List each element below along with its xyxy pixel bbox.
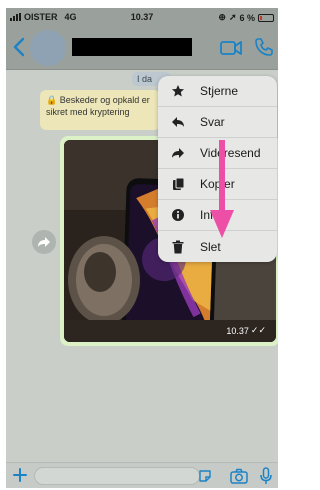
location-icon: ➚ <box>228 12 237 22</box>
forward-icon <box>170 145 186 161</box>
copy-icon <box>170 176 186 192</box>
status-right: ⊕ ➚ 6 % <box>218 12 274 23</box>
battery-percent: 6 % <box>239 12 255 23</box>
contact-avatar[interactable] <box>30 30 66 66</box>
camera-icon[interactable] <box>230 468 248 484</box>
menu-item-label: Svar <box>200 115 225 129</box>
chat-header <box>6 26 278 70</box>
encryption-text: Beskeder og opkald er sikret med krypter… <box>46 95 150 117</box>
sticker-icon[interactable] <box>198 469 212 483</box>
forward-arrow-icon <box>38 237 50 247</box>
encryption-notice[interactable]: 🔒 Beskeder og opkald er sikret med krypt… <box>40 90 160 130</box>
menu-item-label: Slet <box>200 239 221 254</box>
plus-icon[interactable] <box>12 467 28 483</box>
phone-call-icon[interactable] <box>254 37 274 57</box>
read-receipt-icon: ✓✓ <box>250 325 266 335</box>
contact-name-redacted[interactable] <box>72 38 192 56</box>
message-text-field[interactable] <box>34 467 200 485</box>
star-icon <box>170 83 186 99</box>
message-timestamp: 10.37 ✓✓ <box>226 325 266 336</box>
alarm-icon: ⊕ <box>218 12 226 22</box>
back-chevron-icon[interactable] <box>10 36 30 58</box>
info-icon <box>170 207 186 223</box>
annotation-arrow-icon <box>210 140 234 238</box>
trash-icon <box>170 239 186 255</box>
video-call-icon[interactable] <box>220 40 242 56</box>
battery-icon <box>258 13 274 22</box>
menu-item-stjerne[interactable]: Stjerne <box>158 76 277 107</box>
message-input-bar <box>6 462 278 488</box>
lock-icon: 🔒 <box>46 95 58 105</box>
menu-item-svar[interactable]: Svar <box>158 107 277 138</box>
status-bar: OISTER 4G 10.37 ⊕ ➚ 6 % <box>6 8 278 26</box>
microphone-icon[interactable] <box>260 467 272 485</box>
forward-shortcut-button[interactable] <box>32 230 56 254</box>
reply-icon <box>170 114 186 130</box>
menu-item-label: Stjerne <box>200 84 239 98</box>
message-time: 10.37 <box>226 325 249 336</box>
phone-screen: OISTER 4G 10.37 ⊕ ➚ 6 % I da 🔒 Beskeder … <box>6 8 278 488</box>
